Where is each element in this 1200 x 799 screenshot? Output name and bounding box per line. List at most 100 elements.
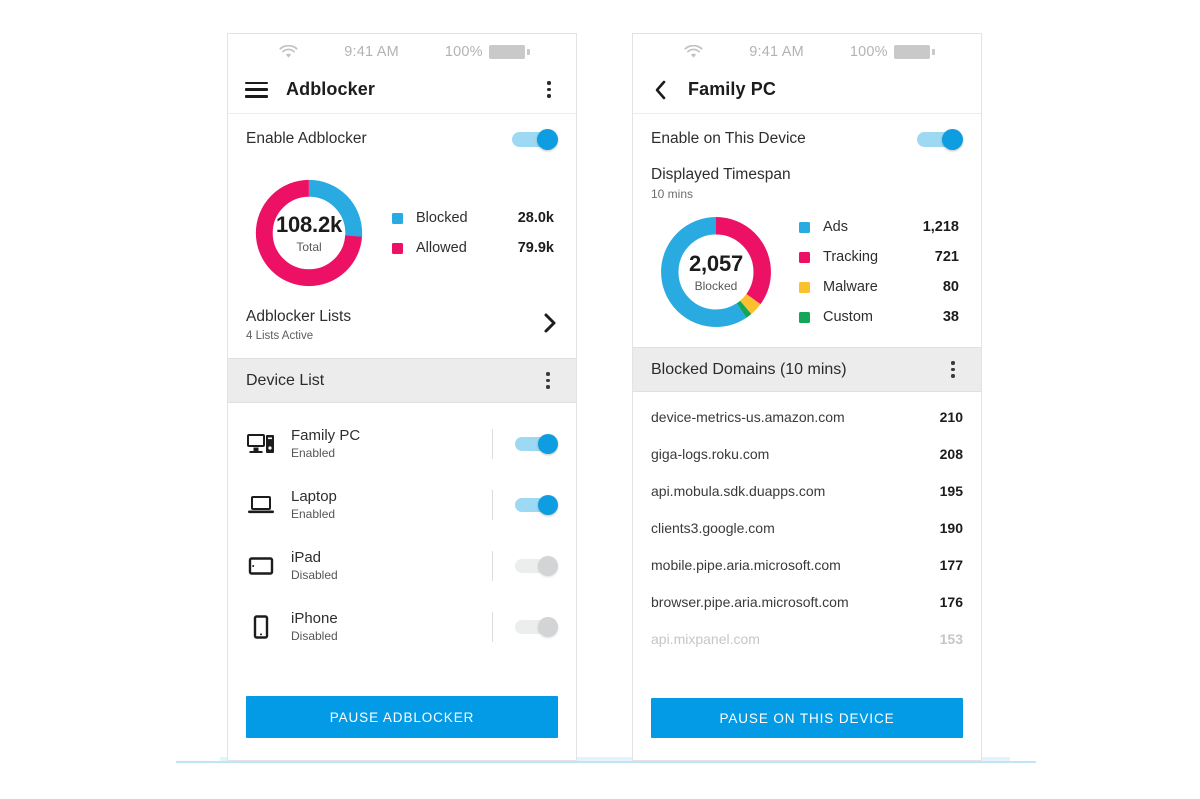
app-bar: Family PC bbox=[633, 66, 981, 114]
device-status: Disabled bbox=[291, 568, 338, 582]
legend-label-tracking: Tracking bbox=[823, 249, 879, 265]
legend-swatch-custom bbox=[799, 311, 810, 323]
legend-swatch-ads bbox=[799, 221, 810, 233]
list-item[interactable]: iPad Disabled bbox=[228, 535, 576, 596]
legend-item: Ads 1,218 bbox=[799, 219, 959, 235]
displayed-timespan[interactable]: Displayed Timespan 10 mins bbox=[633, 164, 981, 205]
toggle-knob bbox=[538, 617, 558, 637]
toggle-knob bbox=[942, 129, 963, 150]
adblocker-lists-subtitle: 4 Lists Active bbox=[246, 330, 314, 342]
battery-full-icon bbox=[488, 45, 530, 59]
blocked-domains-list: device-metrics-us.amazon.com 210 giga-lo… bbox=[633, 392, 981, 657]
device-toggle-iphone[interactable] bbox=[515, 617, 558, 637]
enable-adblocker-toggle[interactable] bbox=[512, 129, 558, 150]
table-row[interactable]: giga-logs.roku.com 208 bbox=[633, 435, 981, 472]
device-text: iPad Disabled bbox=[291, 549, 338, 582]
domain-name: api.mixpanel.com bbox=[651, 630, 760, 647]
status-bar-time: 9:41 AM bbox=[344, 44, 399, 60]
status-bar-battery-group: 100% bbox=[850, 44, 935, 60]
divider bbox=[492, 550, 493, 581]
legend-value-ads: 1,218 bbox=[922, 219, 959, 235]
enable-adblocker-row: Enable Adblocker bbox=[228, 114, 576, 164]
domain-count: 176 bbox=[939, 593, 963, 610]
wifi-icon bbox=[684, 45, 703, 59]
domain-name: api.mobula.sdk.duapps.com bbox=[651, 482, 826, 499]
totals-donut-chart: 108.2k Total bbox=[250, 174, 368, 292]
legend-item: Custom 38 bbox=[799, 309, 959, 325]
phone-screen-family-pc: 9:41 AM 100% Family PC Enable on This De… bbox=[632, 33, 982, 761]
adblocker-lists-row[interactable]: Adblocker Lists 4 Lists Active bbox=[228, 298, 576, 358]
legend-label-allowed: Allowed bbox=[416, 240, 467, 256]
table-row[interactable]: device-metrics-us.amazon.com 210 bbox=[633, 398, 981, 435]
more-vertical-icon[interactable] bbox=[539, 80, 559, 100]
app-bar: Adblocker bbox=[228, 66, 576, 114]
chevron-right-icon bbox=[542, 312, 558, 339]
table-row[interactable]: browser.pipe.aria.microsoft.com 176 bbox=[633, 583, 981, 620]
phone-icon bbox=[246, 613, 276, 641]
legend-value-allowed: 79.9k bbox=[517, 240, 554, 256]
hamburger-menu-icon[interactable] bbox=[245, 81, 268, 98]
domain-name: clients3.google.com bbox=[651, 519, 775, 536]
enable-on-device-row: Enable on This Device bbox=[633, 114, 981, 164]
blocked-domains-section-header: Blocked Domains (10 mins) bbox=[633, 347, 981, 392]
domain-name: device-metrics-us.amazon.com bbox=[651, 408, 845, 425]
device-list-section-header: Device List bbox=[228, 358, 576, 403]
device-toggle-laptop[interactable] bbox=[515, 495, 558, 515]
blocked-legend: Ads 1,218 Tracking 721 Malware 80 Custom… bbox=[799, 219, 963, 325]
legend-value-malware: 80 bbox=[942, 279, 959, 295]
donut-center: 2,057 Blocked bbox=[655, 211, 777, 333]
legend-value-blocked: 28.0k bbox=[517, 210, 554, 226]
table-row[interactable]: api.mobula.sdk.duapps.com 195 bbox=[633, 472, 981, 509]
device-toggle-group bbox=[492, 428, 558, 459]
enable-on-device-toggle[interactable] bbox=[917, 129, 963, 150]
divider bbox=[492, 428, 493, 459]
pause-on-this-device-button[interactable]: PAUSE ON THIS DEVICE bbox=[651, 698, 963, 738]
more-vertical-icon[interactable] bbox=[943, 360, 963, 380]
list-item[interactable]: iPhone Disabled bbox=[228, 596, 576, 657]
surface-line bbox=[176, 761, 1036, 763]
donut-center-label: Total bbox=[296, 240, 322, 254]
device-status: Enabled bbox=[291, 507, 336, 521]
legend-label-custom: Custom bbox=[823, 309, 873, 325]
list-item[interactable]: Laptop Enabled bbox=[228, 474, 576, 535]
battery-percent-label: 100% bbox=[444, 44, 483, 60]
blocked-donut-chart: 2,057 Blocked bbox=[655, 211, 777, 333]
list-item[interactable]: Family PC Enabled bbox=[228, 413, 576, 474]
donut-center: 108.2k Total bbox=[250, 174, 368, 292]
legend-label-blocked: Blocked bbox=[416, 210, 468, 226]
tablet-icon bbox=[246, 552, 276, 580]
enable-on-device-label: Enable on This Device bbox=[651, 130, 806, 147]
desktop-pc-icon bbox=[246, 430, 276, 458]
legend-item: Blocked 28.0k bbox=[392, 210, 554, 226]
legend-item: Malware 80 bbox=[799, 279, 959, 295]
table-row[interactable]: clients3.google.com 190 bbox=[633, 509, 981, 546]
legend-swatch-allowed bbox=[392, 242, 403, 254]
legend-swatch-tracking bbox=[799, 251, 810, 263]
blocked-chart-block: 2,057 Blocked Ads 1,218 Tracking 721 Mal… bbox=[633, 205, 981, 347]
wifi-icon bbox=[279, 45, 298, 59]
device-text: iPhone Disabled bbox=[291, 610, 338, 643]
divider bbox=[492, 489, 493, 520]
device-toggle-family-pc[interactable] bbox=[515, 434, 558, 454]
chevron-left-icon[interactable] bbox=[650, 79, 672, 101]
device-text: Laptop Enabled bbox=[291, 488, 337, 521]
legend-item: Allowed 79.9k bbox=[392, 240, 554, 256]
pause-adblocker-button[interactable]: PAUSE ADBLOCKER bbox=[246, 696, 558, 738]
status-bar: 9:41 AM 100% bbox=[228, 34, 576, 66]
domain-count: 190 bbox=[939, 519, 963, 536]
enable-adblocker-label: Enable Adblocker bbox=[246, 130, 367, 147]
table-row[interactable]: api.mixpanel.com 153 bbox=[633, 620, 981, 657]
toggle-knob bbox=[538, 434, 558, 454]
device-name: iPhone bbox=[291, 610, 338, 627]
legend-swatch-blocked bbox=[392, 212, 403, 224]
totals-legend: Blocked 28.0k Allowed 79.9k bbox=[392, 210, 558, 256]
legend-value-custom: 38 bbox=[942, 309, 959, 325]
device-toggle-ipad[interactable] bbox=[515, 556, 558, 576]
page-title: Adblocker bbox=[286, 79, 375, 99]
device-status: Disabled bbox=[291, 629, 338, 643]
more-vertical-icon[interactable] bbox=[538, 371, 558, 391]
battery-full-icon bbox=[893, 45, 935, 59]
table-row[interactable]: mobile.pipe.aria.microsoft.com 177 bbox=[633, 546, 981, 583]
device-name: Laptop bbox=[291, 488, 337, 505]
domain-count: 208 bbox=[939, 445, 963, 462]
